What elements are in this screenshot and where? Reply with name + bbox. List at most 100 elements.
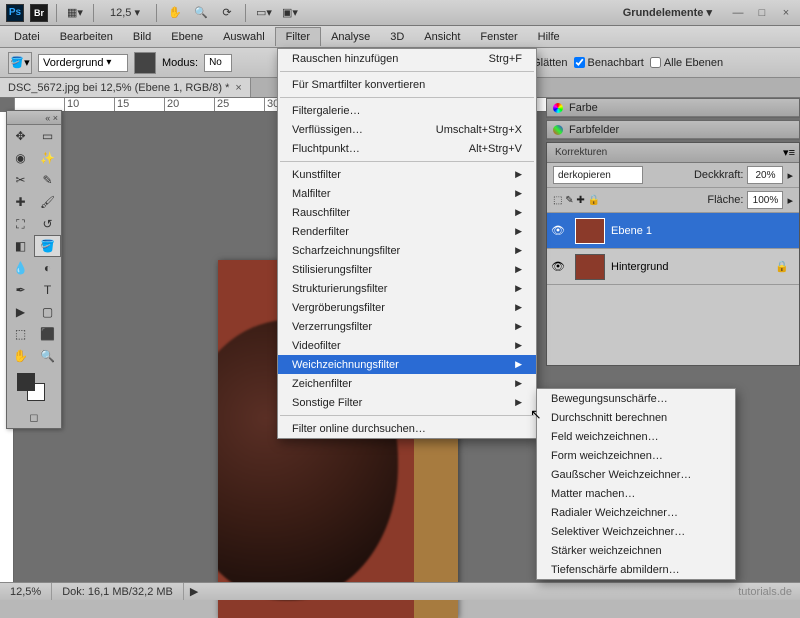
3d-tool-icon[interactable]: ⬚ (7, 323, 34, 345)
filter-browse-online[interactable]: Filter online durchsuchen… (278, 419, 536, 438)
filter-video[interactable]: Videofilter▶ (278, 336, 536, 355)
filter-stilisieren[interactable]: Stilisierungsfilter▶ (278, 260, 536, 279)
maximize-icon[interactable]: □ (754, 6, 770, 20)
move-tool-icon[interactable]: ✥ (7, 125, 34, 147)
hand-tool-icon[interactable]: ✋ (165, 4, 185, 22)
lasso-tool-icon[interactable]: ◉ (7, 147, 34, 169)
opacity-input[interactable]: 20% (747, 166, 783, 184)
menu-hilfe[interactable]: Hilfe (528, 28, 570, 46)
blur-matte[interactable]: Matter machen… (537, 484, 735, 503)
layer-thumbnail[interactable] (575, 254, 605, 280)
filter-renderfilter[interactable]: Renderfilter▶ (278, 222, 536, 241)
foreground-swatch[interactable] (17, 373, 35, 391)
pattern-swatch[interactable] (134, 52, 156, 74)
blur-tool-icon[interactable]: 💧 (7, 257, 34, 279)
menu-ansicht[interactable]: Ansicht (414, 28, 470, 46)
filter-rauschfilter[interactable]: Rauschfilter▶ (278, 203, 536, 222)
filter-kunstfilter[interactable]: Kunstfilter▶ (278, 165, 536, 184)
screen-mode-icon[interactable]: ▣▾ (280, 4, 300, 22)
layer-hintergrund[interactable]: 👁 Hintergrund 🔒 (547, 249, 799, 285)
arrange-icon[interactable]: ▭▾ (254, 4, 274, 22)
shape-tool-icon[interactable]: ▢ (34, 301, 61, 323)
blur-lens[interactable]: Tiefenschärfe abmildern… (537, 560, 735, 579)
zoom-tool-icon[interactable]: 🔍 (191, 4, 211, 22)
filter-strukturieren[interactable]: Strukturierungsfilter▶ (278, 279, 536, 298)
color-swatches[interactable] (7, 367, 61, 407)
pen-tool-icon[interactable]: ✒ (7, 279, 34, 301)
all-layers-checkbox[interactable]: Alle Ebenen (650, 57, 723, 69)
type-tool-icon[interactable]: T (34, 279, 61, 301)
workspace-selector[interactable]: Grundelemente ▾ (613, 4, 722, 21)
toolbox-header[interactable]: « × (7, 111, 61, 125)
menu-bearbeiten[interactable]: Bearbeiten (50, 28, 123, 46)
menu-3d[interactable]: 3D (380, 28, 414, 46)
visibility-icon[interactable]: 👁 (547, 260, 569, 273)
layer-name[interactable]: Ebene 1 (611, 225, 652, 237)
filter-weichzeichnen[interactable]: Weichzeichnungsfilter▶ (278, 355, 536, 374)
menu-analyse[interactable]: Analyse (321, 28, 380, 46)
blur-average[interactable]: Durchschnitt berechnen (537, 408, 735, 427)
contiguous-checkbox[interactable]: Benachbart (574, 57, 644, 69)
blend-mode-select[interactable]: No (204, 54, 232, 72)
close-icon[interactable]: × (778, 6, 794, 20)
status-zoom[interactable]: 12,5% (0, 583, 52, 600)
bucket-tool-icon[interactable]: 🪣 (34, 235, 61, 257)
photoshop-icon[interactable]: Ps (6, 4, 24, 22)
menu-fenster[interactable]: Fenster (470, 28, 527, 46)
crop-tool-icon[interactable]: ✂ (7, 169, 34, 191)
filter-gallery[interactable]: Filtergalerie… (278, 101, 536, 120)
fill-input[interactable]: 100% (747, 191, 783, 209)
history-brush-tool-icon[interactable]: ↺ (34, 213, 61, 235)
farbfelder-panel[interactable]: Farbfelder (546, 120, 800, 140)
blur-radial[interactable]: Radialer Weichzeichner… (537, 503, 735, 522)
blur-shape[interactable]: Form weichzeichnen… (537, 446, 735, 465)
stamp-tool-icon[interactable]: ⛶ (7, 213, 34, 235)
layout-icon[interactable]: ▦▾ (65, 4, 85, 22)
filter-smartfilter[interactable]: Für Smartfilter konvertieren (278, 75, 536, 94)
blur-box[interactable]: Feld weichzeichnen… (537, 427, 735, 446)
tab-korrekturen[interactable]: Korrekturen (547, 144, 615, 161)
zoom-tool-icon[interactable]: 🔍 (34, 345, 61, 367)
layer-name[interactable]: Hintergrund (611, 261, 668, 273)
menu-ebene[interactable]: Ebene (161, 28, 213, 46)
brush-tool-icon[interactable]: 🖌 (34, 191, 61, 213)
document-tab[interactable]: DSC_5672.jpg bei 12,5% (Ebene 1, RGB/8) … (0, 78, 251, 97)
filter-malfilter[interactable]: Malfilter▶ (278, 184, 536, 203)
heal-tool-icon[interactable]: ✚ (7, 191, 34, 213)
close-tab-icon[interactable]: × (235, 82, 241, 94)
minimize-icon[interactable]: — (730, 6, 746, 20)
quickmask-icon[interactable]: ◻ (7, 407, 61, 428)
blur-more[interactable]: Stärker weichzeichnen (537, 541, 735, 560)
status-menu-icon[interactable]: ▶ (184, 585, 204, 598)
3d-cam-tool-icon[interactable]: ⬛ (34, 323, 61, 345)
filter-zeichenfilter[interactable]: Zeichenfilter▶ (278, 374, 536, 393)
filter-verzerrung[interactable]: Verzerrungsfilter▶ (278, 317, 536, 336)
fill-source-select[interactable]: Vordergrund ▾ (38, 54, 128, 72)
blur-selective[interactable]: Selektiver Weichzeichner… (537, 522, 735, 541)
filter-sonstige[interactable]: Sonstige Filter▶ (278, 393, 536, 412)
layer-thumbnail[interactable] (575, 218, 605, 244)
status-docsize[interactable]: Dok: 16,1 MB/32,2 MB (52, 583, 184, 600)
farbe-panel[interactable]: Farbe (546, 98, 800, 118)
menu-auswahl[interactable]: Auswahl (213, 28, 275, 46)
panel-menu-icon[interactable]: ▾≡ (779, 146, 799, 159)
filter-vergroeberung[interactable]: Vergröberungsfilter▶ (278, 298, 536, 317)
menu-filter[interactable]: Filter (275, 27, 321, 46)
menu-bild[interactable]: Bild (123, 28, 161, 46)
filter-vanish[interactable]: Fluchtpunkt…Alt+Strg+V (278, 139, 536, 158)
eraser-tool-icon[interactable]: ◧ (7, 235, 34, 257)
blend-mode-dropdown[interactable]: derkopieren (553, 166, 643, 184)
layer-ebene-1[interactable]: 👁 Ebene 1 (547, 213, 799, 249)
filter-liquify[interactable]: Verflüssigen…Umschalt+Strg+X (278, 120, 536, 139)
opacity-arrow-icon[interactable]: ▸ (787, 169, 793, 182)
dodge-tool-icon[interactable]: ◐ (34, 257, 61, 279)
blur-motion[interactable]: Bewegungsunschärfe… (537, 389, 735, 408)
fill-arrow-icon[interactable]: ▸ (787, 194, 793, 207)
bridge-icon[interactable]: Br (30, 4, 48, 22)
bucket-tool-icon[interactable]: 🪣▾ (8, 52, 32, 74)
path-select-tool-icon[interactable]: ▶ (7, 301, 34, 323)
zoom-level-display[interactable]: 12,5 ▾ (102, 6, 148, 19)
eyedropper-tool-icon[interactable]: ✎ (34, 169, 61, 191)
filter-last[interactable]: Rauschen hinzufügenStrg+F (278, 49, 536, 68)
marquee-tool-icon[interactable]: ▭ (34, 125, 61, 147)
